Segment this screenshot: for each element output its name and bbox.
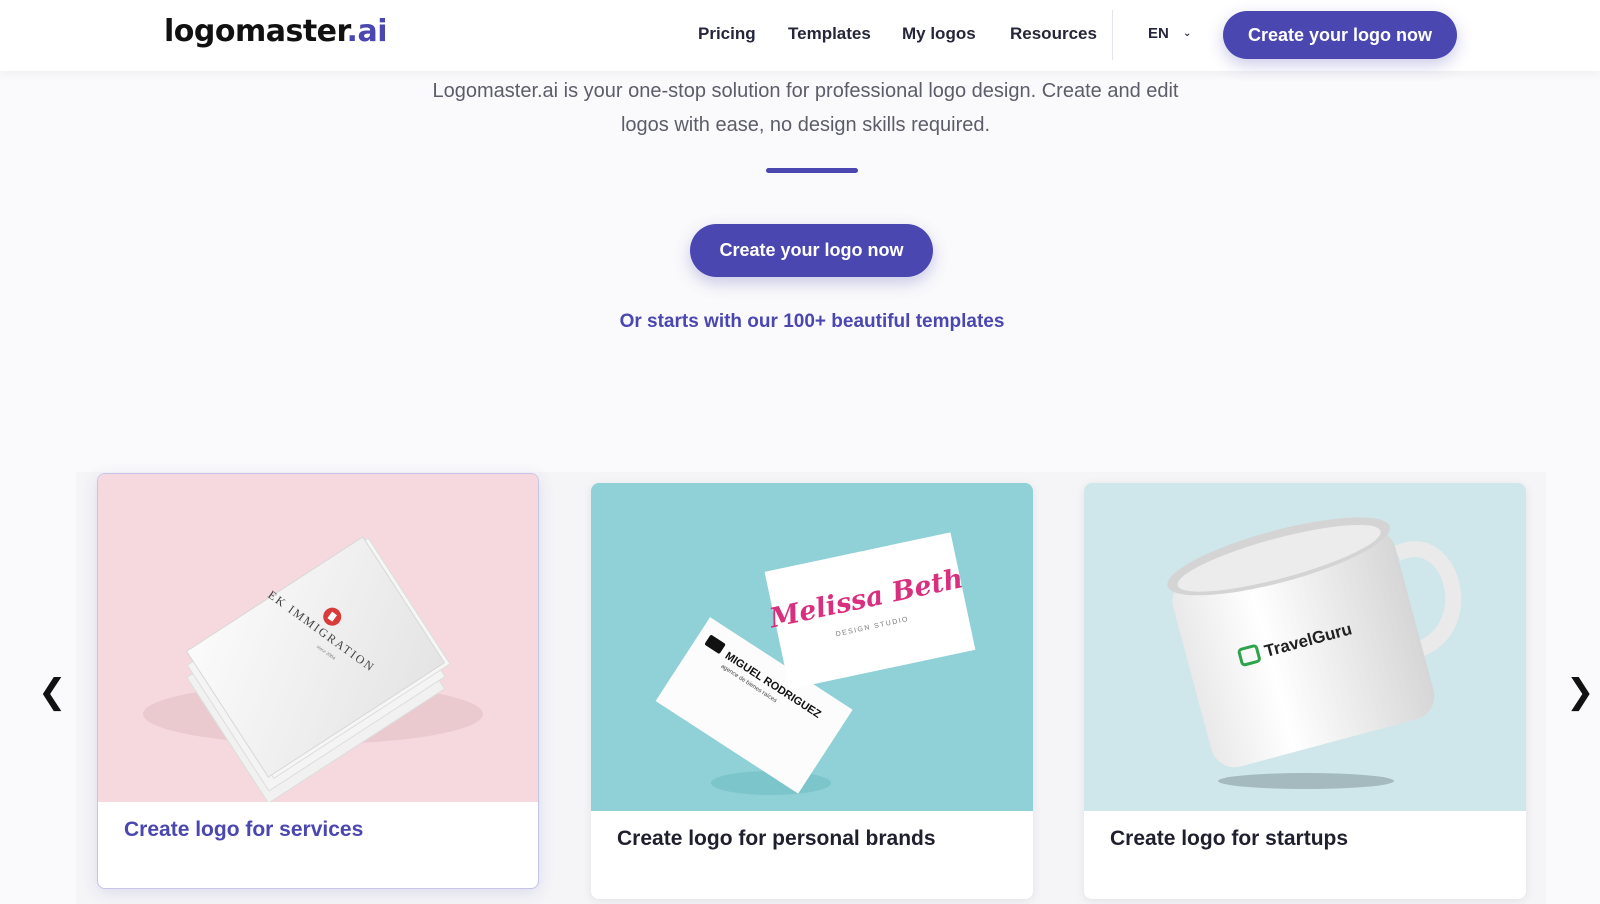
nav-item-pricing[interactable]: Pricing [698, 24, 756, 44]
card-services[interactable]: EK IMMIGRATION since 2004 Create logo fo… [97, 473, 539, 889]
brand-logo-main: logomaster [164, 14, 347, 49]
chevron-right-icon[interactable]: ❯ [1566, 675, 1595, 709]
chevron-down-icon: ⌄ [1183, 28, 1192, 39]
card-startups[interactable]: TravelGuru Create logo for startups [1084, 483, 1526, 899]
templates-link[interactable]: Or starts with our 100+ beautiful templa… [560, 311, 1064, 333]
nav-item-resources[interactable]: Resources [1010, 24, 1097, 44]
hero-create-logo-button[interactable]: Create your logo now [690, 224, 933, 277]
hero-description: Logomaster.ai is your one-stop solution … [432, 80, 1179, 136]
hero-divider [766, 168, 858, 173]
brand-logo[interactable]: logomaster.ai [164, 14, 387, 49]
card-services-image: EK IMMIGRATION since 2004 [98, 474, 538, 802]
business-cards-mockup-image: MIGUEL RODRIGUEZ agence de bienes raíces… [655, 532, 976, 795]
language-label: EN [1148, 25, 1169, 42]
card-personal-brands[interactable]: MIGUEL RODRIGUEZ agence de bienes raíces… [591, 483, 1033, 899]
language-selector[interactable]: EN ⌄ [1148, 25, 1191, 42]
card-personal-brands-title: Create logo for personal brands [617, 827, 936, 850]
nav-divider [1112, 10, 1113, 60]
card-personal-brands-image: MIGUEL RODRIGUEZ agence de bienes raíces… [591, 483, 1033, 811]
card-startups-image: TravelGuru [1084, 483, 1526, 811]
brochure-mockup-image: EK IMMIGRATION since 2004 [143, 536, 483, 802]
site-header: logomaster.ai Pricing Templates My logos… [0, 0, 1600, 71]
chevron-left-icon[interactable]: ❮ [38, 675, 67, 709]
nav-item-my-logos[interactable]: My logos [902, 24, 976, 44]
brand-logo-suffix: .ai [346, 14, 388, 49]
nav-item-templates[interactable]: Templates [788, 24, 871, 44]
header-create-logo-button[interactable]: Create your logo now [1223, 11, 1457, 59]
card-startups-title: Create logo for startups [1110, 827, 1349, 850]
card-services-title: Create logo for services [124, 818, 364, 841]
mug-mockup-image: TravelGuru [1167, 517, 1462, 789]
